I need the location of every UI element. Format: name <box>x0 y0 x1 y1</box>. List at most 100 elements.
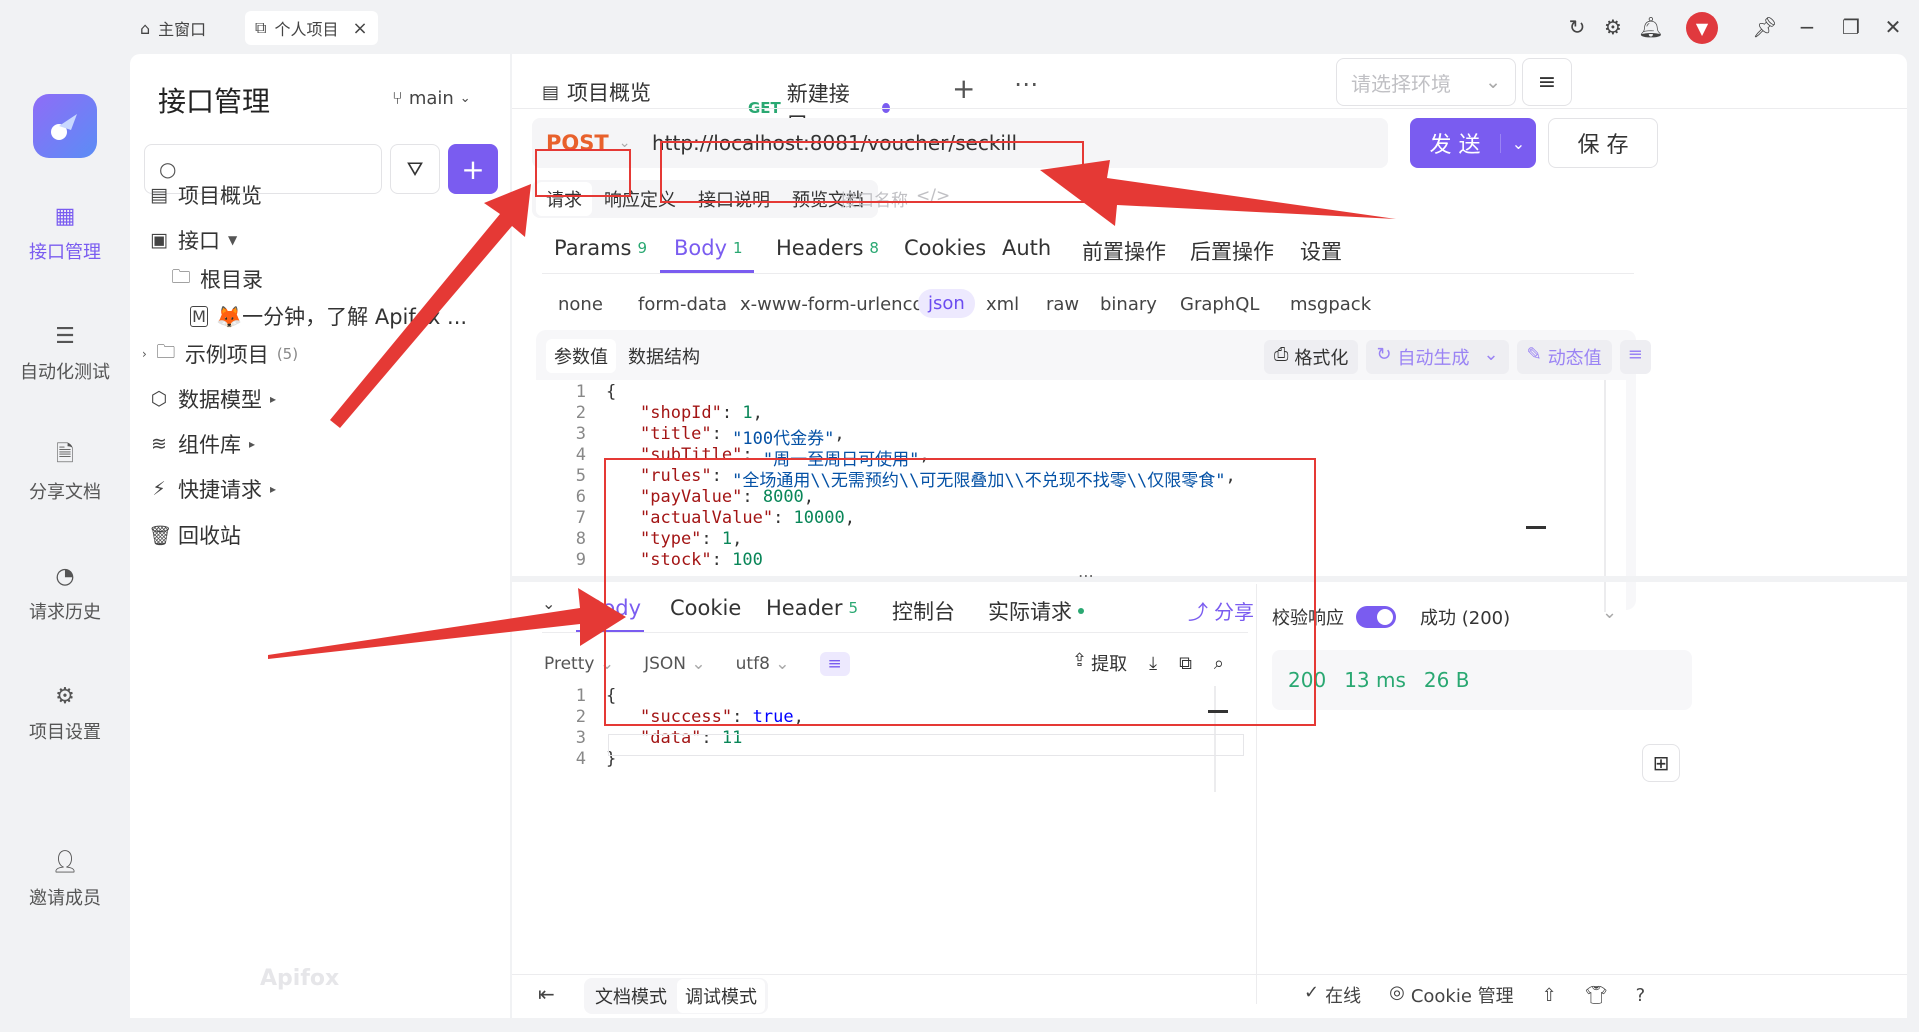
shirt-icon[interactable]: 👕︎ <box>1585 985 1608 1006</box>
rail-label: 请求历史 <box>29 602 101 623</box>
tab-home-label: 主窗口 <box>158 20 207 39</box>
tree-item-label: 数据模型 <box>178 388 262 412</box>
chevron-right-icon: › <box>142 347 147 361</box>
caret-right-icon: ▸ <box>270 482 277 496</box>
branch-selector[interactable]: ⑂ main ⌄ <box>392 88 471 109</box>
body-type-graphql[interactable]: GraphQL <box>1180 294 1259 315</box>
body-type-binary[interactable]: binary <box>1100 294 1157 315</box>
rail-label: 自动化测试 <box>20 362 110 383</box>
body-type-none[interactable]: none <box>558 294 603 315</box>
filter-button[interactable]: ⛛ <box>390 144 440 194</box>
env-placeholder: 请选择环境 <box>1351 71 1451 96</box>
doc-mode-button[interactable]: 文档模式 <box>587 979 675 1013</box>
rail-label: 项目设置 <box>29 722 101 743</box>
bell-icon[interactable]: 🔔︎ <box>1638 14 1664 40</box>
tree-item-components[interactable]: ≋ 组件库 ▸ <box>148 429 255 459</box>
cookie-icon: ◎ <box>1389 982 1405 1003</box>
scroll-thumb[interactable] <box>1526 526 1546 529</box>
tab-headers[interactable]: Headers 8 <box>776 236 879 260</box>
online-label: 在线 <box>1325 986 1362 1007</box>
body-type-msgpack[interactable]: msgpack <box>1290 294 1371 315</box>
tree-item-quick-requests[interactable]: ⚡︎ 快捷请求 ▸ <box>148 474 276 504</box>
trash-icon: 🗑︎ <box>148 524 173 547</box>
tree-item-overview[interactable]: ▤ 项目概览 <box>148 180 262 210</box>
tab-label: Auth <box>1002 236 1052 260</box>
chevron-down-icon: ⌄ <box>1485 71 1501 93</box>
tab-pre-ops[interactable]: 前置操作 <box>1082 236 1166 266</box>
window-close-icon[interactable]: ✕ <box>1880 14 1906 40</box>
refresh-icon[interactable]: ↻ <box>1564 14 1590 40</box>
validate-toggle[interactable] <box>1356 606 1396 628</box>
response-stats: 200 13 ms 26 B <box>1272 650 1692 710</box>
tab-body[interactable]: Body 1 <box>674 236 743 260</box>
tree-item-apis[interactable]: ▣ 接口 ▼ <box>148 225 237 255</box>
minimize-icon[interactable]: − <box>1794 14 1820 40</box>
body-type-raw[interactable]: raw <box>1046 294 1079 315</box>
auto-generate-button[interactable]: ↻ 自动生成 ⌄ <box>1366 340 1509 374</box>
cookie-manager-button[interactable]: ◎ Cookie 管理 <box>1389 982 1514 1008</box>
tree-item-intro-doc[interactable]: M 🦊一分钟，了解 Apifox ... <box>190 301 467 331</box>
tab-settings[interactable]: 设置 <box>1300 236 1342 266</box>
response-size: 26 B <box>1423 668 1470 692</box>
add-button[interactable]: + <box>448 144 498 194</box>
environment-select[interactable]: 请选择环境 ⌄ <box>1336 58 1516 106</box>
home-icon: ⌂ <box>140 18 151 38</box>
line-number: 4 <box>575 749 586 769</box>
tab-params[interactable]: Params 9 <box>554 236 647 260</box>
body-type-form-data[interactable]: form-data <box>638 294 727 315</box>
tree-item-label: 快捷请求 <box>178 478 262 502</box>
format-button[interactable]: ⎙ 格式化 <box>1264 340 1359 374</box>
collapse-sidebar-icon[interactable]: ⇤ <box>538 982 555 1006</box>
debug-mode-button[interactable]: 调试模式 <box>677 979 765 1013</box>
rail-item-automation[interactable]: ☰ 自动化测试 <box>0 320 130 384</box>
body-toolbar: ⎙ 格式化 ↻ 自动生成 ⌄ ✎ 动态值 ≡ <box>1264 340 1651 374</box>
upload-icon[interactable]: ⇧ <box>1542 985 1557 1006</box>
tree-item-sample-project[interactable]: › 🗀 示例项目 (5) <box>142 338 298 370</box>
status-select[interactable]: 成功 (200) <box>1420 604 1510 630</box>
dynamic-value-button[interactable]: ✎ 动态值 <box>1516 340 1612 374</box>
tab-post-ops[interactable]: 后置操作 <box>1190 236 1274 266</box>
close-icon[interactable]: × <box>352 18 367 39</box>
api-icon: ▣ <box>150 229 168 251</box>
lightning-icon: ⚡︎ <box>152 478 166 500</box>
send-button[interactable]: 发 送 ⌄ <box>1410 118 1536 168</box>
rail-item-share-docs[interactable]: 🗎 分享文档 <box>0 440 130 504</box>
add-user-icon: 👤︎ <box>51 849 79 875</box>
save-button[interactable]: 保 存 <box>1548 118 1658 168</box>
chevron-down-icon[interactable]: ⌄ <box>1500 133 1536 153</box>
help-icon[interactable]: ? <box>1636 985 1646 1006</box>
chevron-down-icon[interactable]: ⌄ <box>1602 602 1617 623</box>
wrap-button[interactable]: ≡ <box>1619 340 1651 374</box>
rail-item-history[interactable]: ◔ 请求历史 <box>0 560 130 624</box>
tab-label: Headers <box>776 236 864 260</box>
menu-button[interactable]: ≡ <box>1522 58 1572 106</box>
rail-item-invite[interactable]: 👤︎ 邀请成员 <box>0 846 130 910</box>
body-type-xml[interactable]: xml <box>986 294 1019 315</box>
more-tabs-button[interactable]: ⋯ <box>1014 70 1038 98</box>
annotation-box-body <box>604 458 1316 726</box>
pin-icon[interactable]: 📌︎ <box>1752 14 1778 40</box>
tab-auth[interactable]: Auth <box>1002 236 1051 260</box>
tree-item-trash[interactable]: 🗑︎ 回收站 <box>148 520 241 550</box>
api-tree-panel: 接口管理 ⑂ main ⌄ ○ ⛛ + ▤ 项目概览 ▣ 接口 ▼ 🗀 根目录 … <box>130 54 510 1018</box>
tab-project[interactable]: ⧉ 个人项目 × <box>245 11 378 45</box>
body-type-json[interactable]: json <box>918 289 975 318</box>
rail-item-project-settings[interactable]: ⚙ 项目设置 <box>0 680 130 744</box>
layout-toggle-button[interactable]: ⊞ <box>1642 744 1680 782</box>
restore-icon[interactable]: ❐ <box>1838 14 1864 40</box>
gear-icon[interactable]: ⚙ <box>1600 14 1626 40</box>
rail-label: 接口管理 <box>29 242 101 263</box>
online-status[interactable]: ✓ 在线 <box>1304 982 1361 1008</box>
tab-cookies[interactable]: Cookies <box>904 236 986 260</box>
tree-item-root[interactable]: 🗀 根目录 <box>170 263 263 295</box>
seg-values[interactable]: 参数值 <box>546 339 616 373</box>
tree-item-data-models[interactable]: ⬡ 数据模型 ▸ <box>148 384 276 414</box>
rail-item-api-management[interactable]: ▦ 接口管理 <box>0 200 130 264</box>
seg-schema[interactable]: 数据结构 <box>620 339 708 373</box>
tree-item-label: 示例项目 <box>184 343 269 367</box>
tab-home[interactable]: ⌂ 主窗口 <box>130 11 216 45</box>
avatar[interactable]: ▼ <box>1686 12 1718 44</box>
add-tab-button[interactable]: + <box>952 72 975 105</box>
save-label: 保 存 <box>1577 133 1629 158</box>
collapse-response-button[interactable]: ⌄ <box>542 594 555 613</box>
